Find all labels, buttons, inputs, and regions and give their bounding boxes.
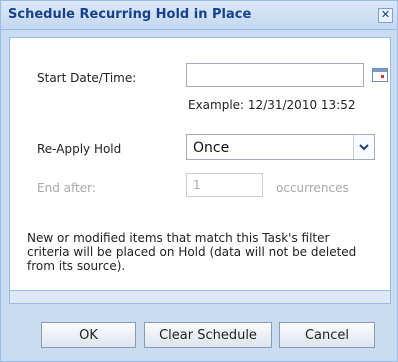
start-date-label: Start Date/Time: <box>37 71 137 85</box>
reapply-hold-value: Once <box>193 140 230 156</box>
end-after-label: End after: <box>37 181 96 195</box>
hold-info-note: New or modified items that match this Ta… <box>27 231 357 273</box>
panel-footer-strip <box>9 291 391 304</box>
occurrences-label: occurrences <box>276 181 349 195</box>
close-icon[interactable]: ✕ <box>378 8 393 23</box>
start-date-input[interactable] <box>186 63 364 87</box>
reapply-hold-label: Re-Apply Hold <box>37 142 122 156</box>
dialog-title: Schedule Recurring Hold in Place <box>8 7 252 22</box>
ok-button[interactable]: OK <box>41 322 136 348</box>
date-example-hint: Example: 12/31/2010 13:52 <box>188 98 356 112</box>
end-after-value: 1 <box>193 178 201 192</box>
cancel-button[interactable]: Cancel <box>279 322 375 348</box>
calendar-icon[interactable] <box>372 68 388 82</box>
end-after-input[interactable]: 1 <box>186 173 263 197</box>
reapply-hold-select[interactable]: Once <box>186 134 375 160</box>
schedule-dialog: Schedule Recurring Hold in Place ✕ Start… <box>0 0 398 362</box>
clear-schedule-button[interactable]: Clear Schedule <box>144 322 272 348</box>
dialog-titlebar[interactable]: Schedule Recurring Hold in Place ✕ <box>1 1 397 30</box>
chevron-down-icon[interactable] <box>353 135 374 159</box>
